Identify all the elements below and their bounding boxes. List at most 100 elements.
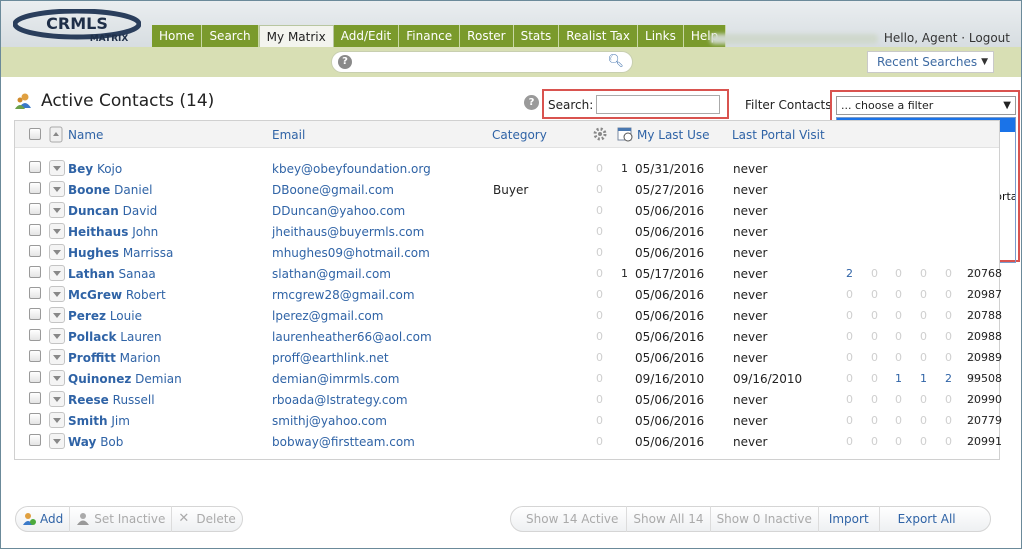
contact-name-link[interactable]: Quinonez Demian [68,372,182,386]
row-menu-dropdown[interactable] [49,160,65,176]
delete-button[interactable]: ✕ Delete [172,506,241,532]
row-checkbox[interactable] [29,350,41,362]
contact-name-link[interactable]: McGrew Robert [68,288,166,302]
contact-name-link[interactable]: Perez Louie [68,309,142,323]
nav-tab-add-edit[interactable]: Add/Edit [333,25,400,47]
stat-count[interactable]: 1 [920,372,927,385]
contact-email-link[interactable]: mhughes09@hotmail.com [272,246,430,260]
select-all-checkbox[interactable] [29,128,41,140]
row-checkbox[interactable] [29,308,41,320]
contact-email-link[interactable]: laurenheather66@aol.com [272,330,432,344]
contact-name-link[interactable]: Way Bob [68,435,123,449]
row-menu-dropdown[interactable] [49,433,65,449]
settings-icon[interactable] [592,126,608,142]
stat-count[interactable]: 2 [945,372,952,385]
logout-link[interactable]: Logout [969,31,1010,45]
quick-search-input[interactable]: ? 🔍︎ [331,51,633,73]
set-inactive-button[interactable]: Set Inactive [70,506,173,532]
row-menu-dropdown[interactable] [49,181,65,197]
stat-count[interactable]: 2 [846,267,853,280]
nav-tab-my-matrix[interactable]: My Matrix [258,25,334,47]
nav-tab-links[interactable]: Links [638,25,684,47]
export-all-button[interactable]: Export All [880,506,990,532]
row-menu-dropdown[interactable] [49,307,65,323]
column-email[interactable]: Email [272,128,305,142]
row-menu-dropdown[interactable] [49,244,65,260]
stat-count[interactable]: 1 [895,372,902,385]
row-menu-dropdown[interactable] [49,286,65,302]
nav-tab-realist-tax[interactable]: Realist Tax [559,25,639,47]
contact-email-link[interactable]: DDuncan@yahoo.com [272,204,405,218]
contact-name-link[interactable]: Boone Daniel [68,183,152,197]
row-checkbox[interactable] [29,266,41,278]
my-last-use: 05/06/2016 [635,246,705,260]
nav-tab-home[interactable]: Home [152,25,203,47]
filter-contacts-select[interactable]: ... choose a filter ▼ [836,96,1016,115]
stat-count: 0 [920,414,927,427]
row-menu-dropdown[interactable] [49,370,65,386]
row-menu-dropdown[interactable] [49,265,65,281]
contact-name-link[interactable]: Bey Kojo [68,162,122,176]
row-menu-dropdown[interactable] [49,391,65,407]
row-menu-dropdown[interactable] [49,223,65,239]
column-category[interactable]: Category [492,128,547,142]
row-menu-dropdown[interactable] [49,412,65,428]
contact-email-link[interactable]: jheithaus@buyermls.com [272,225,424,239]
row-menu-dropdown[interactable] [49,328,65,344]
row-checkbox[interactable] [29,245,41,257]
row-menu-dropdown[interactable] [49,349,65,365]
contact-email-link[interactable]: rboada@Istrategy.com [272,393,408,407]
contact-name-link[interactable]: Duncan David [68,204,157,218]
contact-name-link[interactable]: Lathan Sanaa [68,267,156,281]
nav-tab-stats[interactable]: Stats [513,25,560,47]
row-checkbox[interactable] [29,413,41,425]
contact-email-link[interactable]: demian@imrmls.com [272,372,399,386]
row-checkbox[interactable] [29,371,41,383]
contact-email-link[interactable]: lperez@gmail.com [272,309,383,323]
contact-name-link[interactable]: Hughes Marrissa [68,246,173,260]
crmls-matrix-logo[interactable]: CRMLS MATRIX [13,9,141,43]
row-checkbox[interactable] [29,203,41,215]
row-checkbox[interactable] [29,182,41,194]
calendar-icon[interactable] [617,126,633,142]
show-all-button[interactable]: Show All 14 [627,506,711,532]
add-button[interactable]: Add [16,506,71,532]
contact-name-link[interactable]: Pollack Lauren [68,330,162,344]
help-icon[interactable]: ? [338,55,352,69]
row-checkbox[interactable] [29,161,41,173]
contact-name-link[interactable]: Proffitt Marion [68,351,161,365]
sort-icon[interactable] [49,126,63,143]
nav-tab-finance[interactable]: Finance [399,25,461,47]
contact-name-link[interactable]: Heithaus John [68,225,158,239]
contact-name-link[interactable]: Reese Russell [68,393,155,407]
first-name: John [132,225,159,239]
contact-name-link[interactable]: Smith Jim [68,414,130,428]
add-label: Add [40,512,64,526]
contact-email-link[interactable]: kbey@obeyfoundation.org [272,162,431,176]
search-input[interactable] [596,95,720,114]
search-icon[interactable]: 🔍︎ [607,54,624,69]
import-button[interactable]: Import [819,506,880,532]
contact-email-link[interactable]: slathan@gmail.com [272,267,391,281]
contact-email-link[interactable]: bobway@firstteam.com [272,435,415,449]
nav-tab-roster[interactable]: Roster [460,25,514,47]
row-checkbox[interactable] [29,392,41,404]
recent-searches-dropdown[interactable]: Recent Searches ▼ [867,51,994,73]
column-name[interactable]: Name [68,128,103,142]
my-last-use: 05/06/2016 [635,351,705,365]
row-checkbox[interactable] [29,224,41,236]
contact-email-link[interactable]: rmcgrew28@gmail.com [272,288,415,302]
contact-email-link[interactable]: proff@earthlink.net [272,351,389,365]
column-my-last-use[interactable]: My Last Use [637,128,710,142]
contact-email-link[interactable]: DBoone@gmail.com [272,183,394,197]
row-checkbox[interactable] [29,287,41,299]
contact-email-link[interactable]: smithj@yahoo.com [272,414,387,428]
nav-tab-search[interactable]: Search [202,25,259,47]
row-checkbox[interactable] [29,329,41,341]
help-icon[interactable]: ? [524,95,539,110]
show-inactive-button[interactable]: Show 0 Inactive [711,506,819,532]
column-last-portal-visit[interactable]: Last Portal Visit [732,128,825,142]
show-active-button[interactable]: Show 14 Active [511,506,628,532]
row-checkbox[interactable] [29,434,41,446]
row-menu-dropdown[interactable] [49,202,65,218]
